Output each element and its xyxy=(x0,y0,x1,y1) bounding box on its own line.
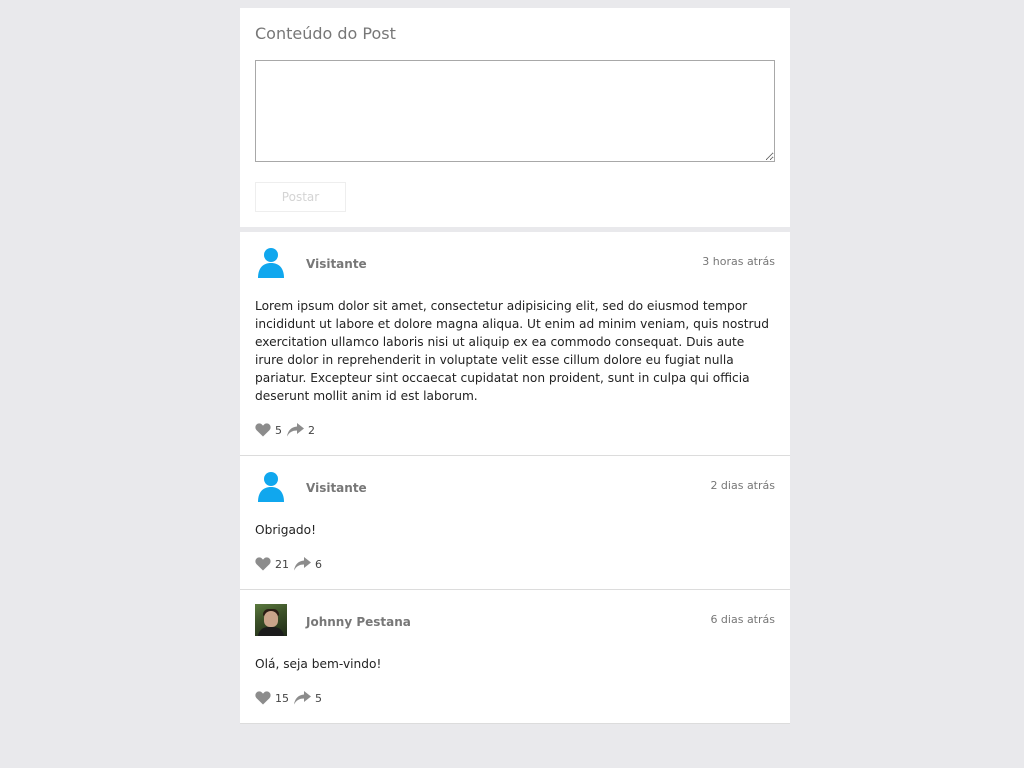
heart-icon[interactable] xyxy=(255,423,271,437)
post-body: Olá, seja bem-vindo! xyxy=(255,657,382,671)
like-count: 5 xyxy=(275,423,282,437)
share-count: 5 xyxy=(315,691,322,705)
post-actions: 15 5 xyxy=(255,690,322,706)
post-body: Lorem ipsum dolor sit amet, consectetur … xyxy=(255,299,769,403)
post-time: 2 dias atrás xyxy=(710,479,775,492)
like-count: 15 xyxy=(275,691,289,705)
post-time: 6 dias atrás xyxy=(710,613,775,626)
post-author[interactable]: Johnny Pestana xyxy=(306,614,411,630)
post-item: Johnny Pestana 6 dias atrás Olá, seja be… xyxy=(240,590,790,724)
user-silhouette-icon xyxy=(258,472,284,502)
post-item: Visitante 2 dias atrás Obrigado! 21 6 xyxy=(240,456,790,590)
share-count: 6 xyxy=(315,557,322,571)
post-item: Visitante 3 horas atrás Lorem ipsum dolo… xyxy=(240,232,790,456)
post-actions: 21 6 xyxy=(255,556,322,572)
user-photo xyxy=(255,604,287,636)
post-body: Obrigado! xyxy=(255,523,317,537)
heart-icon[interactable] xyxy=(255,557,271,571)
post-button[interactable]: Postar xyxy=(255,182,346,212)
feed-container: Conteúdo do Post Postar Visitante 3 hora… xyxy=(240,8,790,724)
share-arrow-icon[interactable] xyxy=(287,423,304,437)
composer-title: Conteúdo do Post xyxy=(255,24,396,43)
post-time: 3 horas atrás xyxy=(702,255,775,268)
share-arrow-icon[interactable] xyxy=(294,691,311,705)
share-count: 2 xyxy=(308,423,315,437)
share-arrow-icon[interactable] xyxy=(294,557,311,571)
post-actions: 5 2 xyxy=(255,422,315,438)
like-count: 21 xyxy=(275,557,289,571)
post-author[interactable]: Visitante xyxy=(306,480,367,496)
post-composer: Conteúdo do Post Postar xyxy=(240,8,790,227)
user-silhouette-icon xyxy=(258,248,284,278)
post-author[interactable]: Visitante xyxy=(306,256,367,272)
heart-icon[interactable] xyxy=(255,691,271,705)
post-list: Visitante 3 horas atrás Lorem ipsum dolo… xyxy=(240,232,790,724)
post-content-input[interactable] xyxy=(255,60,775,162)
